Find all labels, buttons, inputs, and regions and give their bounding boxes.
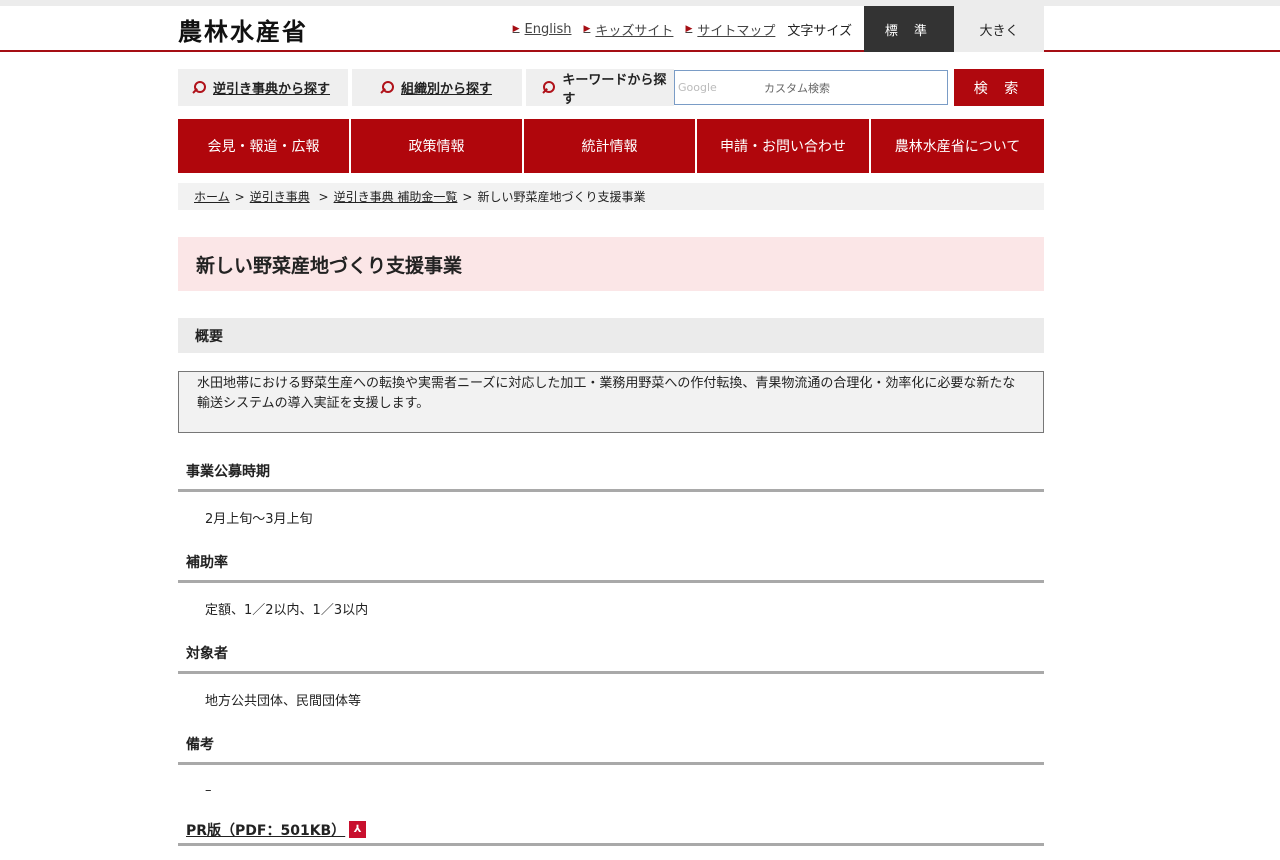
search-icon	[380, 80, 394, 95]
global-nav: 会見・報道・広報 政策情報 統計情報 申請・お問い合わせ 農林水産省について	[178, 119, 1044, 173]
reverse-lookup-button[interactable]: 逆引き事典から探す	[178, 69, 348, 106]
search-icon	[192, 80, 206, 95]
section-heading: 対象者	[178, 634, 1044, 674]
search-submit-button[interactable]: 検 索	[954, 69, 1044, 106]
utility-nav: ▶ English ▶ キッズサイト ▶ サイトマップ 文字サイズ 標 準 大きく	[513, 6, 1044, 52]
section-heading: 事業公募時期	[178, 452, 1044, 492]
by-organization-button[interactable]: 組織別から探す	[352, 69, 522, 106]
pdf-link[interactable]: PR版（PDF：501KB）	[186, 820, 345, 840]
section-recruitment-period: 事業公募時期 2月上旬〜3月上旬	[178, 452, 1044, 543]
google-brand: Google	[678, 81, 717, 94]
search-bar: 逆引き事典から探す 組織別から探す キーワードから探す Google カスタム検…	[178, 69, 1044, 107]
english-link[interactable]: ▶ English	[513, 22, 572, 37]
overview-text: 水田地帯における野菜生産への転換や実需者ニーズに対応した加工・業務用野菜への作付…	[178, 371, 1044, 433]
breadcrumb-subsidy-list[interactable]: 逆引き事典 補助金一覧	[334, 188, 458, 205]
overview-heading: 概要	[178, 318, 1044, 353]
pdf-section: PR版（PDF：501KB） ⅄	[178, 816, 1044, 846]
nav-about[interactable]: 農林水産省について	[871, 119, 1044, 173]
section-body: 地方公共団体、民間団体等	[205, 694, 362, 709]
section-eligible: 対象者 地方公共団体、民間団体等	[178, 634, 1044, 725]
nav-press[interactable]: 会見・報道・広報	[178, 119, 351, 173]
site-header: 農林水産省 ▶ English ▶ キッズサイト ▶ サイトマップ 文字サイズ 標 準…	[0, 6, 1280, 52]
section-heading: 備考	[178, 725, 1044, 765]
sitemap-link[interactable]: ▶ サイトマップ	[685, 20, 775, 39]
keyword-search-label: キーワードから探す	[526, 69, 674, 107]
pdf-icon: ⅄	[349, 821, 367, 838]
breadcrumb: ホーム > 逆引き事典 > 逆引き事典 補助金一覧 > 新しい野菜産地づくり支援…	[178, 183, 1044, 210]
section-body: –	[205, 783, 212, 798]
search-input[interactable]: Google カスタム検索	[674, 70, 948, 105]
nav-policy[interactable]: 政策情報	[351, 119, 524, 173]
search-icon	[542, 80, 556, 95]
arrow-icon: ▶	[512, 24, 520, 34]
kids-site-link[interactable]: ▶ キッズサイト	[584, 20, 674, 39]
font-large-button[interactable]: 大きく	[954, 6, 1044, 52]
site-logo[interactable]: 農林水産省	[178, 12, 308, 47]
page-title: 新しい野菜産地づくり支援事業	[178, 237, 1044, 291]
nav-applications[interactable]: 申請・お問い合わせ	[697, 119, 871, 173]
section-body: 2月上旬〜3月上旬	[205, 512, 313, 527]
search-placeholder: カスタム検索	[764, 81, 830, 95]
section-body: 定額、1／2以内、1／3以内	[205, 603, 369, 618]
breadcrumb-home[interactable]: ホーム	[194, 188, 230, 205]
arrow-icon: ▶	[583, 24, 591, 34]
font-standard-button[interactable]: 標 準	[864, 6, 954, 52]
arrow-icon: ▶	[685, 24, 693, 34]
breadcrumb-current: 新しい野菜産地づくり支援事業	[477, 190, 646, 204]
breadcrumb-reverse-lookup[interactable]: 逆引き事典	[250, 188, 310, 205]
section-heading: 補助率	[178, 543, 1044, 583]
font-size-label: 文字サイズ	[787, 23, 852, 39]
section-remarks: 備考 –	[178, 725, 1044, 816]
section-subsidy-rate: 補助率 定額、1／2以内、1／3以内	[178, 543, 1044, 634]
nav-statistics[interactable]: 統計情報	[524, 119, 697, 173]
